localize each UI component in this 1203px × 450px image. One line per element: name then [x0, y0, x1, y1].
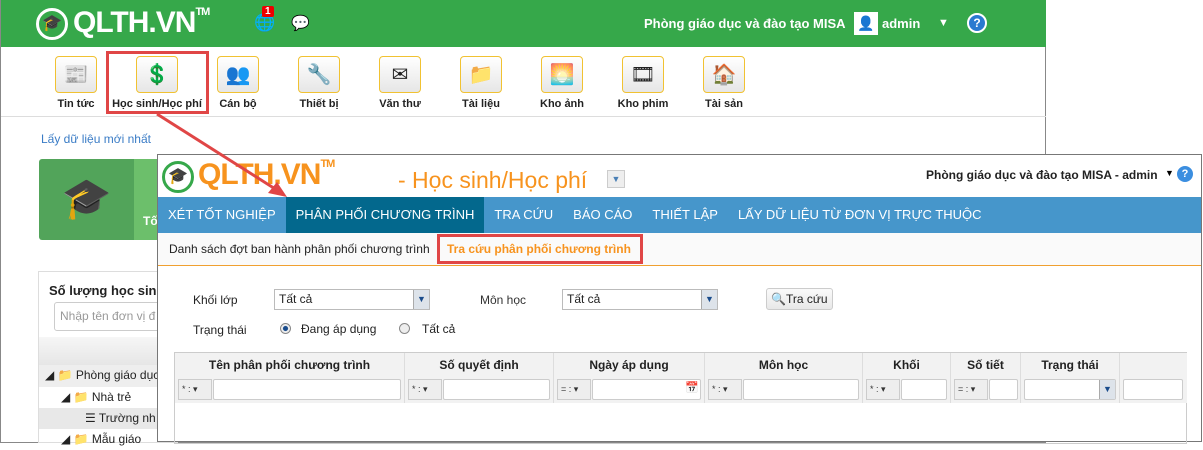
pointer-arrow — [156, 112, 287, 197]
